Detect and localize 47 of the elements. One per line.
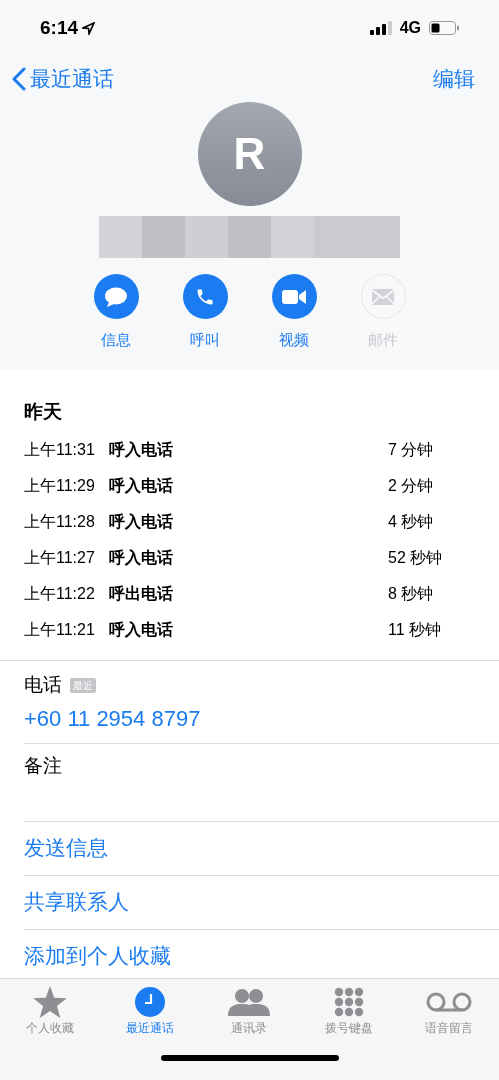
phone-label: 电话 — [24, 673, 62, 697]
call-duration: 52 秒钟 — [388, 548, 443, 568]
action-link[interactable]: 共享联系人 — [24, 886, 129, 918]
call-type: 呼出电话 — [109, 584, 174, 604]
call-time: 上午11:22 — [24, 584, 96, 604]
signal-icon — [369, 21, 392, 35]
location-arrow-icon — [82, 21, 96, 35]
call-type: 呼入电话 — [109, 440, 174, 460]
favorites-tab[interactable]: 个人收藏 — [9, 985, 90, 1037]
contacts-tab[interactable]: 通讯录 — [209, 985, 290, 1037]
call-duration: 11 秒钟 — [388, 620, 442, 640]
call-time: 上午11:28 — [24, 512, 96, 532]
call-time: 上午11:31 — [24, 440, 96, 460]
voicemail-icon — [426, 992, 473, 1012]
call-time: 上午11:29 — [24, 476, 96, 496]
clock-time: 6:14 — [40, 15, 79, 40]
recents-tab[interactable]: 最近通话 — [109, 985, 190, 1037]
action-link[interactable]: 添加到个人收藏 — [24, 940, 171, 972]
keypad-icon — [334, 987, 365, 1017]
avatar: R — [197, 102, 302, 206]
voicemail-tab[interactable]: 语音留言 — [409, 985, 490, 1037]
clock-icon — [134, 987, 165, 1017]
phone-number-link[interactable]: +60 11 2954 8797 — [24, 701, 201, 735]
call-duration: 8 秒钟 — [388, 584, 434, 604]
call-time: 上午11:21 — [24, 620, 96, 640]
speech-bubble-icon — [104, 285, 128, 308]
chevron-left-icon — [12, 67, 26, 91]
keypad-tab[interactable]: 拨号键盘 — [309, 985, 390, 1037]
call-type: 呼入电话 — [109, 476, 174, 496]
battery-icon — [429, 21, 459, 35]
call-duration: 7 分钟 — [388, 440, 434, 460]
edit-button[interactable]: 编辑 — [433, 63, 475, 95]
call-type: 呼入电话 — [109, 548, 174, 568]
date-heading: 昨天 — [24, 399, 63, 424]
call-type: 呼入电话 — [109, 620, 174, 640]
envelope-icon — [372, 288, 394, 305]
network-type: 4G — [399, 18, 421, 38]
star-icon — [32, 986, 67, 1018]
action-link[interactable]: 发送信息 — [24, 832, 108, 864]
people-icon — [228, 988, 271, 1016]
call-duration: 2 分钟 — [388, 476, 434, 496]
call-time: 上午11:27 — [24, 548, 96, 568]
notes-label: 备注 — [24, 754, 62, 776]
video-camera-icon — [282, 288, 306, 305]
call-duration: 4 秒钟 — [388, 512, 434, 532]
call-type: 呼入电话 — [109, 512, 174, 532]
back-button[interactable]: 最近通话 — [12, 63, 114, 95]
